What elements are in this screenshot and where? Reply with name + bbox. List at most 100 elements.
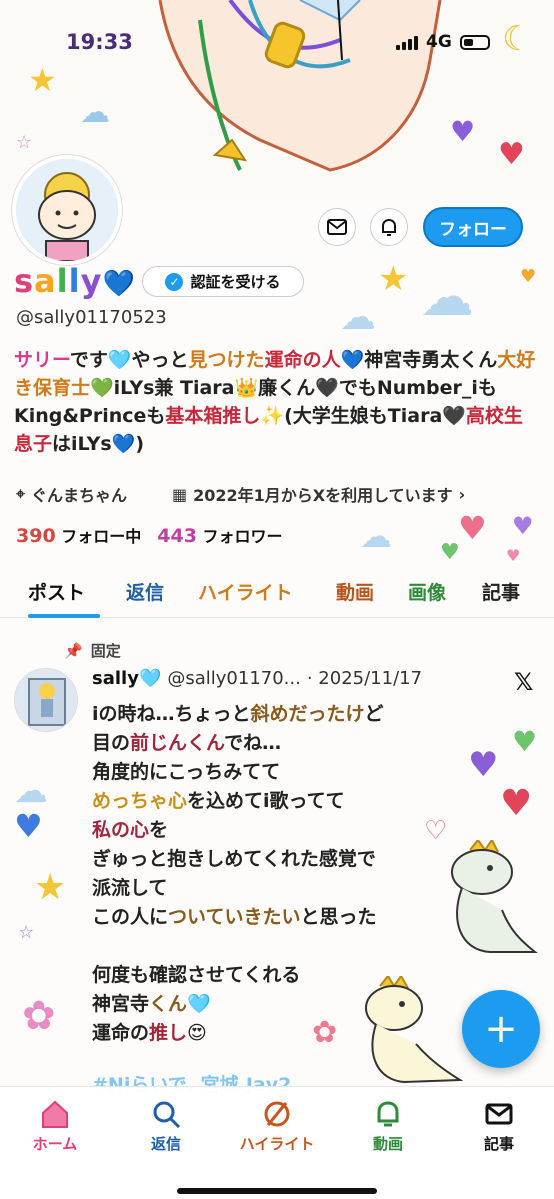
tab-highlights[interactable]: ハイライト <box>198 578 293 605</box>
post-segment: ど <box>364 703 384 725</box>
nav-label: 動画 <box>372 1135 403 1153</box>
mail-icon <box>485 1103 513 1125</box>
post-segment: くん <box>149 993 188 1015</box>
name-letter: s <box>14 262 35 300</box>
tab-label: 動画 <box>336 582 375 604</box>
post-segment: 運命の <box>92 1022 150 1044</box>
post-author[interactable]: sally🩵 <box>92 668 161 689</box>
post-line: 神宮寺くん🩵 <box>92 990 452 1019</box>
nav-label: ホーム <box>32 1135 78 1153</box>
battery-icon <box>459 34 490 50</box>
name-letter: l <box>68 262 81 300</box>
post-line: 目の前じんくんでね… <box>92 729 452 758</box>
compose-button[interactable]: + <box>462 990 540 1068</box>
post-segment: 目の <box>92 732 131 754</box>
star-icon: ☆ <box>16 132 33 153</box>
heart-icon: ♥ <box>500 783 533 824</box>
followers-link[interactable]: 443 フォロワー <box>157 523 282 547</box>
post-header: sally🩵 @sally01170... · 2025/11/17 <box>92 668 422 689</box>
post-avatar[interactable] <box>14 668 78 732</box>
pinned-label: 📌 固定 <box>64 640 121 661</box>
message-button[interactable] <box>318 208 356 246</box>
tab-images[interactable]: 画像 <box>408 578 446 605</box>
location-text: ぐんまちゃん <box>31 486 128 505</box>
star-icon: ★ <box>28 61 57 99</box>
get-verified-button[interactable]: ✓ 認証を受ける <box>142 266 304 297</box>
profile-handle: @sally01170523 <box>16 307 167 328</box>
tab-replies[interactable]: 返信 <box>126 578 164 605</box>
moon-icon: ☾ <box>502 19 533 59</box>
nav-messages[interactable]: 記事 <box>444 1099 554 1154</box>
tab-label: 返信 <box>126 582 165 604</box>
post-segment: 派流して <box>92 877 168 899</box>
tab-posts[interactable]: ポスト <box>28 578 85 605</box>
join-date-text: 2022年1月からXを利用しています <box>193 486 453 505</box>
post-segment: 前じんくん <box>130 732 225 754</box>
post-segment: でね… <box>224 732 282 754</box>
post-line: 運命の推し😍 <box>92 1019 452 1048</box>
following-link[interactable]: 390 フォロー中 <box>16 523 141 547</box>
verify-label: 認証を受ける <box>190 273 281 291</box>
tab-label: 記事 <box>482 582 521 604</box>
bottom-nav: ホーム 返信 ハイライト 動画 記事 <box>0 1086 554 1199</box>
avatar-illustration <box>16 159 118 261</box>
post-segment: 😍 <box>187 1022 207 1044</box>
post-line: 角度的にこっちみてて <box>92 758 452 787</box>
bio-segment: ✨(大学生娘もTiara🖤 <box>260 405 466 427</box>
post-line: 何度も確認させてくれる <box>92 961 452 990</box>
heart-icon: ♥ <box>450 115 476 148</box>
post-line: この人についていきたいと思った <box>92 903 452 932</box>
home-indicator <box>177 1188 377 1194</box>
nav-highlight[interactable]: ハイライト <box>222 1099 332 1154</box>
post-segment: を <box>149 819 169 841</box>
pinned-text: 固定 <box>90 642 121 660</box>
post-segment: 角度的にこっちみてて <box>92 761 281 783</box>
search-icon <box>153 1101 181 1129</box>
join-date[interactable]: ▦ 2022年1月からXを利用しています › <box>172 482 465 506</box>
tab-videos[interactable]: 動画 <box>336 578 374 605</box>
nav-search[interactable]: 返信 <box>111 1099 221 1154</box>
post-segment: 🩵 <box>187 993 211 1015</box>
x-logo-icon: 𝕏 <box>514 668 534 696</box>
calendar-icon: ▦ <box>172 484 188 504</box>
post-segment: iの時ね…ちょっと <box>92 703 251 725</box>
post-line <box>92 932 452 961</box>
following-count: 390 <box>16 525 56 547</box>
post-line: 派流して <box>92 874 452 903</box>
post-text[interactable]: iの時ね…ちょっと斜めだったけど 目の前じんくんでね… 角度的にこっちみてて めっちゃ… <box>92 700 452 1048</box>
post-segment: 何度も確認させてくれる <box>92 964 301 986</box>
follow-counts: 390 フォロー中 443 フォロワー <box>16 523 283 547</box>
bio-segment: 運命の人 <box>264 349 341 371</box>
star-icon: ★ <box>378 259 409 299</box>
nav-label: 記事 <box>483 1135 514 1153</box>
heart-icon: ♥ <box>512 725 538 758</box>
post-avatar-illustration <box>15 669 77 731</box>
notify-button[interactable] <box>370 208 408 246</box>
tab-articles[interactable]: 記事 <box>482 578 520 605</box>
nav-home[interactable]: ホーム <box>0 1099 110 1154</box>
post-segment: 私の心 <box>92 819 150 841</box>
heart-icon: ♥ <box>14 807 43 845</box>
tab-label: ハイライト <box>198 582 293 604</box>
heart-icon: ♥ <box>520 266 537 287</box>
nav-notifications[interactable]: 動画 <box>333 1099 443 1154</box>
follow-button[interactable]: フォロー <box>423 207 523 247</box>
post-segment: 推し <box>149 1022 188 1044</box>
status-time: 19:33 <box>66 30 133 54</box>
post-line: iの時ね…ちょっと斜めだったけど <box>92 700 452 729</box>
post-segment: めっちゃ心 <box>92 790 188 812</box>
chevron-right-icon: › <box>458 484 466 504</box>
post-author-handle: @sally01170... <box>167 668 301 689</box>
name-emoji: 💙 <box>102 269 136 299</box>
location: ⌖ ぐんまちゃん <box>16 482 127 506</box>
signal-icon <box>396 35 418 50</box>
nav-label: 返信 <box>150 1135 181 1153</box>
post-line: 私の心を <box>92 816 452 845</box>
profile-avatar[interactable] <box>12 155 122 265</box>
heart-icon: ♥ <box>458 509 487 547</box>
mail-icon <box>327 219 347 235</box>
post-segment: ついていきたい <box>168 906 301 928</box>
post-line: ぎゅっと抱きしめてくれた感覚で <box>92 845 452 874</box>
heart-icon: ♥ <box>506 546 521 565</box>
verified-badge-icon: ✓ <box>165 272 184 291</box>
